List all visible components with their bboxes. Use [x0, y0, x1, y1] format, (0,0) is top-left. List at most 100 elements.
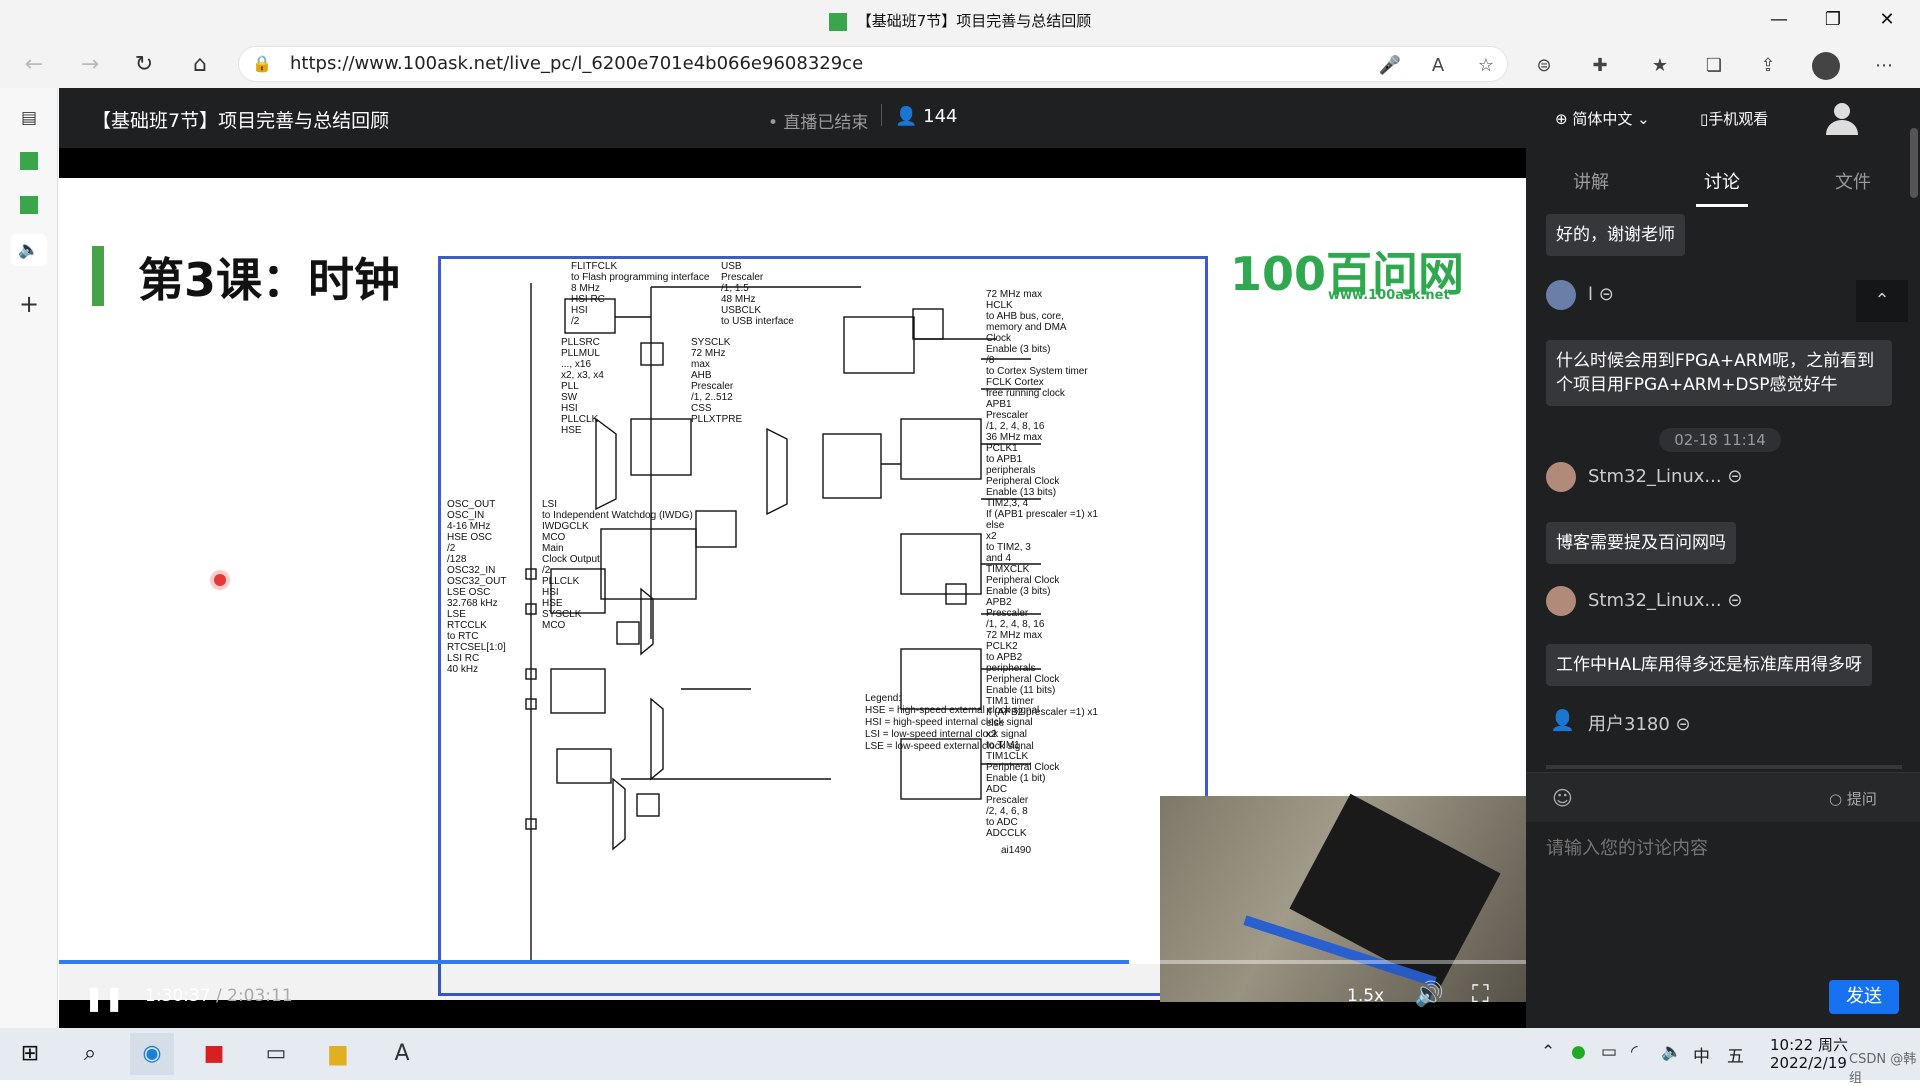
- mobile-watch-link[interactable]: ▯手机观看: [1700, 108, 1768, 129]
- edge-browser-icon[interactable]: ◉: [130, 1033, 174, 1075]
- fullscreen-icon[interactable]: ⛶: [1472, 980, 1489, 1008]
- tray-chevron-up-icon[interactable]: ⌃: [1541, 1042, 1555, 1062]
- minimize-button[interactable]: —: [1756, 6, 1802, 34]
- window-title-text: 【基础班7节】项目完善与总结回顾: [856, 12, 1092, 30]
- diagram-label: 48 MHz: [721, 294, 756, 305]
- search-icon[interactable]: ⌕: [68, 1033, 112, 1075]
- sound-icon[interactable]: 🔈: [1661, 1042, 1682, 1062]
- collections-icon[interactable]: ❏: [1698, 50, 1730, 82]
- tab-discussion[interactable]: 讨论: [1662, 168, 1782, 194]
- emoji-icon[interactable]: ☺: [1552, 786, 1573, 810]
- forward-button[interactable]: →: [72, 50, 108, 80]
- diagram-label: PLLCLK: [542, 576, 580, 587]
- tray-app-icon[interactable]: ●: [1571, 1042, 1586, 1062]
- playback-speed-button[interactable]: 1.5x: [1347, 986, 1384, 1006]
- url-text[interactable]: https://www.100ask.net/live_pc/l_6200e70…: [290, 53, 863, 74]
- ime-mode[interactable]: 五: [1727, 1042, 1744, 1067]
- file-explorer-icon[interactable]: ▆: [316, 1033, 360, 1075]
- tab-actions-icon[interactable]: ▤: [11, 102, 47, 134]
- add-favorite-icon[interactable]: ☆: [1470, 50, 1502, 82]
- microphone-icon[interactable]: 🎤: [1374, 50, 1406, 82]
- live-status: • 直播已结束: [768, 113, 869, 133]
- tab-explain[interactable]: 讲解: [1531, 168, 1651, 194]
- active-tab-indicator: [1696, 204, 1748, 207]
- favorites-icon[interactable]: ★: [1644, 50, 1676, 82]
- windows-start-icon[interactable]: ⊞: [8, 1033, 52, 1075]
- diagram-label: PLLMUL: [561, 348, 600, 359]
- app-icon[interactable]: A: [380, 1033, 424, 1075]
- radio-icon[interactable]: ○: [1829, 790, 1847, 808]
- diagram-label: 40 kHz: [447, 664, 479, 675]
- pause-icon[interactable]: ❚❚: [84, 984, 124, 1014]
- diagram-label: to Flash programming interface: [571, 272, 710, 283]
- lock-icon[interactable]: 🔒: [252, 54, 272, 73]
- diagram-label: FLITFCLK: [571, 261, 618, 272]
- youdao-icon[interactable]: ■: [192, 1033, 236, 1075]
- diagram-label: Peripheral Clock: [986, 476, 1060, 487]
- diagram-label: CSS: [691, 403, 712, 414]
- chat-message: 博客需要提及百问网吗: [1546, 522, 1736, 564]
- watermark: CSDN @韩组: [1849, 1052, 1917, 1086]
- title-accent-bar: [92, 246, 104, 306]
- diagram-label: PLLXTPRE: [691, 414, 743, 425]
- diagram-label: 8 MHz: [571, 283, 600, 294]
- wifi-icon[interactable]: ◜: [1631, 1042, 1638, 1062]
- diagram-label: LSE OSC: [447, 587, 491, 598]
- diagram-label: Enable (13 bits): [986, 487, 1057, 498]
- ime-language[interactable]: 中: [1693, 1042, 1710, 1067]
- more-icon[interactable]: ⊝: [1676, 714, 1691, 735]
- divider: [881, 104, 882, 126]
- close-window-button[interactable]: ✕: [1864, 6, 1910, 34]
- chevron-up-icon[interactable]: ⌃: [1856, 280, 1908, 322]
- restore-button[interactable]: ❐: [1810, 6, 1856, 34]
- globe-icon: ⊕: [1555, 110, 1573, 128]
- puzzle-icon[interactable]: ✚: [1584, 50, 1616, 82]
- refresh-button[interactable]: ↻: [126, 50, 162, 80]
- diagram-label: Prescaler: [986, 795, 1029, 806]
- diagram-label: If (APB1 prescaler =1) x1: [986, 509, 1098, 520]
- viewer-count-value: 144: [923, 106, 958, 127]
- more-menu-icon[interactable]: ⋯: [1868, 50, 1900, 82]
- diagram-label: HSE: [542, 598, 563, 609]
- volume-icon[interactable]: 🔊: [1414, 980, 1444, 1008]
- clock-time: 10:22 周六: [1770, 1036, 1848, 1054]
- home-button[interactable]: ⌂: [182, 50, 218, 80]
- scrollbar[interactable]: [1910, 128, 1918, 198]
- extension-icon[interactable]: ⊜: [1528, 50, 1560, 82]
- more-icon[interactable]: ⊝: [1599, 284, 1614, 305]
- new-tab-icon[interactable]: +: [11, 288, 47, 320]
- diagram-label: x2, x3, x4: [561, 370, 604, 381]
- chat-username: l ⊝: [1588, 284, 1614, 305]
- diagram-label: ai1490: [1001, 845, 1032, 856]
- diagram-label: /1, 2, 4, 8, 16: [986, 421, 1045, 432]
- share-icon[interactable]: ⇪: [1752, 50, 1784, 82]
- chat-message: 工作中HAL库用得多还是标准库用得多呀: [1546, 644, 1872, 686]
- language-selector[interactable]: ⊕ 简体中文 ⌄: [1555, 108, 1650, 129]
- diagram-label: OSC_OUT: [447, 499, 496, 510]
- diagram-label: SYSCLK: [542, 609, 582, 620]
- more-icon[interactable]: ⊝: [1727, 590, 1742, 611]
- speaker-icon[interactable]: 🔈: [11, 234, 47, 266]
- more-icon[interactable]: ⊝: [1727, 466, 1742, 487]
- vertical-tab-favicon-icon[interactable]: [20, 196, 38, 214]
- profile-avatar[interactable]: [1812, 52, 1840, 80]
- diagram-label: Enable (11 bits): [986, 685, 1056, 696]
- user-avatar-icon[interactable]: [1822, 97, 1862, 137]
- page-title: 【基础班7节】项目完善与总结回顾: [92, 110, 390, 132]
- diagram-label: LSI: [542, 499, 558, 510]
- clock-date: 2022/2/19: [1770, 1054, 1847, 1072]
- send-button[interactable]: 发送: [1829, 980, 1899, 1014]
- diagram-label: /2: [447, 543, 456, 554]
- devices-icon[interactable]: ▭: [254, 1033, 298, 1075]
- tab-files[interactable]: 文件: [1793, 168, 1913, 194]
- diagram-label: HSE: [561, 425, 582, 436]
- system-clock[interactable]: 10:22 周六 2022/2/19: [1770, 1036, 1848, 1072]
- ask-toggle[interactable]: ○ 提问: [1829, 788, 1877, 809]
- diagram-label: TIM1CLK: [986, 751, 1029, 762]
- back-button[interactable]: ←: [16, 50, 52, 80]
- battery-icon[interactable]: ▭: [1601, 1042, 1617, 1062]
- vertical-tab-favicon-icon[interactable]: [20, 152, 38, 170]
- discussion-input[interactable]: [1546, 838, 1902, 859]
- read-aloud-icon[interactable]: A: [1422, 50, 1454, 82]
- diagram-label: TIMXCLK: [986, 564, 1030, 575]
